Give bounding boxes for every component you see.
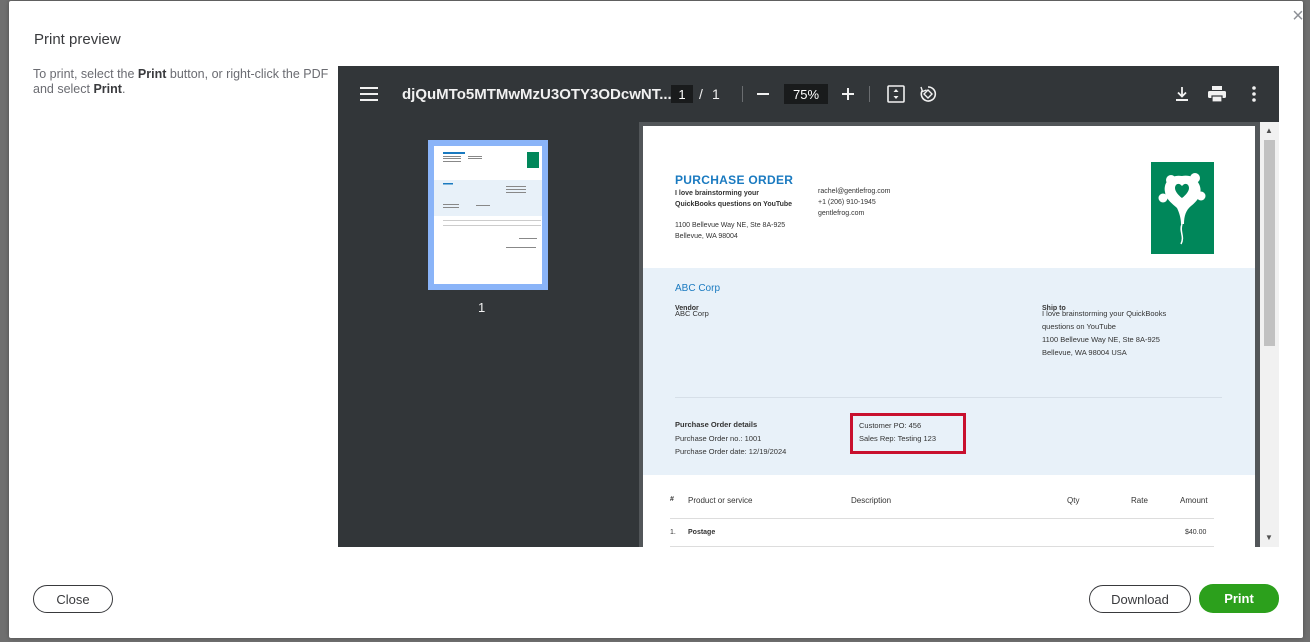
toolbar-divider xyxy=(869,86,870,102)
toolbar-divider xyxy=(742,86,743,102)
menu-icon[interactable] xyxy=(360,66,378,122)
close-button[interactable]: Close xyxy=(33,585,113,613)
scroll-up-icon[interactable]: ▲ xyxy=(1265,126,1273,135)
print-button[interactable]: Print xyxy=(1199,584,1279,613)
company-contact: rachel@gentlefrog.com +1 (206) 910-1945 … xyxy=(818,188,891,217)
rotate-icon[interactable] xyxy=(919,66,937,122)
page-number-input[interactable]: 1 xyxy=(671,85,693,103)
document-title: djQuMTo5MTMwMzU3OTY3ODcwNT... xyxy=(402,85,672,103)
table-divider xyxy=(670,546,1214,547)
page-thumbnail[interactable] xyxy=(428,140,548,290)
ship-to-address: I love brainstorming your QuickBooks que… xyxy=(1042,309,1167,357)
download-button[interactable]: Download xyxy=(1089,585,1191,613)
col-header-product: Product or service xyxy=(688,496,753,505)
row-product: Postage xyxy=(688,529,716,536)
po-details-label: Purchase Order details xyxy=(675,420,758,429)
print-instructions: To print, select the Print button, or ri… xyxy=(33,67,329,96)
band-divider xyxy=(675,397,1222,398)
vendor-display-name: ABC Corp xyxy=(675,283,721,294)
col-header-rate: Rate xyxy=(1131,496,1148,505)
pdf-page: PURCHASE ORDER I love brainstorming your… xyxy=(643,126,1255,547)
zoom-in-icon[interactable] xyxy=(841,66,855,122)
vendor-name: ABC Corp xyxy=(675,309,709,318)
po-details: Purchase Order no.: 1001 Purchase Order … xyxy=(675,434,787,456)
dialog-title: Print preview xyxy=(34,31,121,48)
download-icon[interactable] xyxy=(1174,66,1190,122)
company-name: I love brainstorming your QuickBooks que… xyxy=(675,190,793,208)
thumbnail-page-number: 1 xyxy=(478,300,486,315)
thumbnail-page-preview xyxy=(434,146,542,284)
more-options-icon[interactable] xyxy=(1252,66,1256,122)
scroll-down-icon[interactable]: ▼ xyxy=(1265,533,1273,542)
thumbnail-sidebar: 1 xyxy=(338,122,639,547)
company-address: 1100 Bellevue Way NE, Ste 8A-925 Bellevu… xyxy=(675,222,786,240)
row-number: 1. xyxy=(670,529,676,536)
pdf-page-area: PURCHASE ORDER I love brainstorming your… xyxy=(639,122,1279,547)
zoom-level-input[interactable]: 75% xyxy=(784,84,828,104)
pdf-toolbar: djQuMTo5MTMwMzU3OTY3ODcwNT... 1 / 1 75% xyxy=(338,66,1279,122)
page-scrollbar[interactable]: ▲ ▼ xyxy=(1260,122,1279,547)
vendor-details-band: ABC Corp Vendor ABC Corp Ship to I love … xyxy=(643,268,1255,475)
row-amount: $40.00 xyxy=(1185,529,1207,536)
print-preview-dialog: × Print preview To print, select the Pri… xyxy=(9,1,1304,638)
pdf-viewer: djQuMTo5MTMwMzU3OTY3ODcwNT... 1 / 1 75% xyxy=(338,66,1279,547)
custom-fields: Customer PO: 456 Sales Rep: Testing 123 xyxy=(859,421,936,443)
col-header-qty: Qty xyxy=(1067,496,1080,505)
col-header-number: # xyxy=(670,496,674,503)
col-header-amount: Amount xyxy=(1180,496,1208,505)
close-icon[interactable]: × xyxy=(1289,6,1307,26)
scroll-thumb[interactable] xyxy=(1264,140,1275,346)
fit-to-page-icon[interactable] xyxy=(887,66,905,122)
total-pages: 1 xyxy=(712,86,720,102)
page-separator: / xyxy=(699,86,703,102)
zoom-out-icon[interactable] xyxy=(756,66,770,122)
company-logo xyxy=(1151,162,1214,254)
print-icon[interactable] xyxy=(1208,66,1226,122)
document-title-heading: PURCHASE ORDER xyxy=(675,173,794,187)
col-header-description: Description xyxy=(851,496,892,505)
table-divider xyxy=(670,518,1214,519)
